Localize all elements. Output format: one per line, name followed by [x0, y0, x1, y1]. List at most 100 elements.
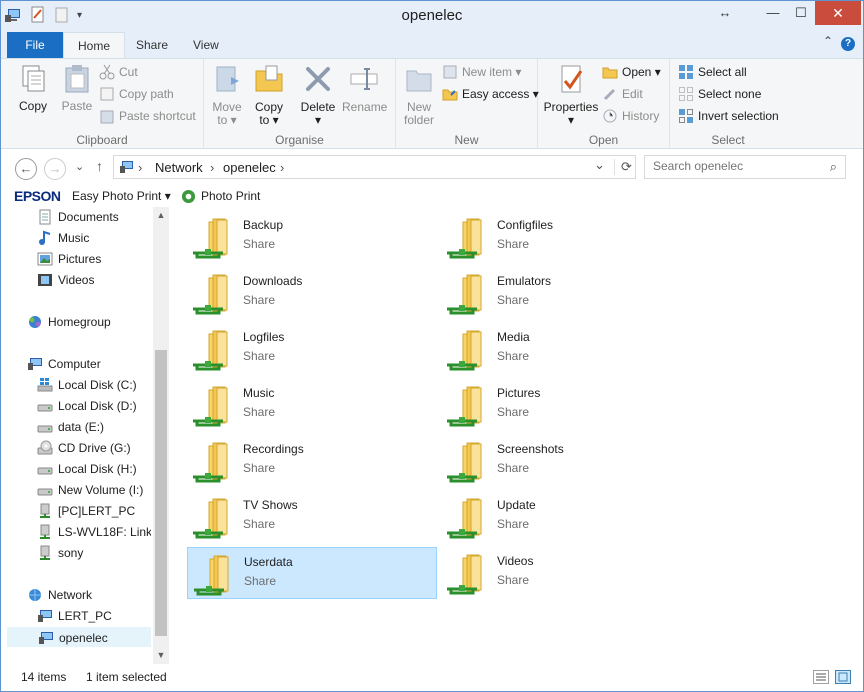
folder-item[interactable]: Music Share: [187, 379, 437, 431]
folder-item[interactable]: Downloads Share: [187, 267, 437, 319]
select-none-label: Select none: [698, 87, 762, 101]
shared-folder-icon: [447, 442, 482, 483]
ribbon: Copy Paste Cut Copy path Paste shortcut …: [1, 58, 863, 149]
crumb-separator[interactable]: ›: [138, 160, 142, 175]
select-all-button[interactable]: Select all: [678, 62, 747, 82]
invert-selection-button[interactable]: Invert selection: [678, 106, 779, 126]
item-count: 14 items: [21, 670, 67, 684]
nav-item-pc-lert-pc[interactable]: [PC]LERT_PC: [37, 501, 151, 521]
recent-locations-button[interactable]: ⌄: [75, 160, 84, 173]
paste-button[interactable]: Paste: [57, 63, 97, 113]
copy-button[interactable]: Copy: [13, 63, 53, 113]
cut-button[interactable]: Cut: [99, 62, 138, 82]
nav-item-cd-drive-g[interactable]: CD Drive (G:): [37, 438, 151, 458]
nav-item-new-volume-i[interactable]: New Volume (I:): [37, 480, 151, 500]
copy-to-button[interactable]: Copy to ▾: [252, 63, 286, 127]
tab-share[interactable]: Share: [122, 32, 182, 58]
tab-file[interactable]: File: [7, 32, 63, 58]
folder-item[interactable]: Userdata Share: [187, 547, 437, 599]
copy-path-button[interactable]: Copy path: [99, 84, 174, 104]
nav-item-videos[interactable]: Videos: [37, 270, 151, 290]
shared-folder-icon: [447, 554, 482, 595]
restore-icon[interactable]: ↔: [711, 1, 739, 25]
new-item-button[interactable]: New item ▾: [442, 62, 521, 82]
new-folder-label-2: folder: [403, 113, 435, 127]
nav-scrollbar[interactable]: ▲ ▼: [153, 207, 169, 664]
large-icons-view-icon[interactable]: [835, 670, 851, 684]
search-icon[interactable]: ⌕: [830, 159, 837, 175]
nav-item-lert-pc[interactable]: LERT_PC: [37, 606, 151, 626]
nav-item-local-disk-d[interactable]: Local Disk (D:): [37, 396, 151, 416]
nav-item-computer[interactable]: Computer: [27, 354, 151, 374]
forward-button[interactable]: →: [44, 158, 66, 180]
history-label: History: [622, 109, 660, 123]
open-button[interactable]: Open ▾: [602, 62, 661, 82]
delete-button[interactable]: Delete ▾: [299, 63, 337, 127]
paste-icon: [65, 65, 89, 93]
invert-selection-icon: [679, 109, 693, 123]
folder-item[interactable]: Logfiles Share: [187, 323, 437, 375]
address-dropdown-icon[interactable]: ⌄: [594, 157, 605, 173]
clipboard-group-label: Clipboard: [76, 133, 128, 147]
nav-item-pictures[interactable]: Pictures: [37, 249, 151, 269]
tab-home[interactable]: Home: [63, 32, 126, 58]
details-view-icon[interactable]: [813, 670, 829, 684]
move-to-button[interactable]: Move to ▾: [210, 63, 244, 127]
new-item-label: New item ▾: [462, 65, 522, 79]
scroll-up-button[interactable]: ▲: [153, 207, 169, 224]
collapse-ribbon-icon[interactable]: ⌃: [823, 34, 833, 48]
easy-photo-print-button[interactable]: Easy Photo Print ▾: [72, 189, 171, 203]
folder-item[interactable]: Recordings Share: [187, 435, 437, 487]
up-button[interactable]: ↑: [96, 158, 103, 174]
nav-item-local-disk-c[interactable]: Local Disk (C:): [37, 375, 151, 395]
address-bar[interactable]: › Network › openelec › ⌄ ⟳: [113, 155, 636, 179]
photo-print-button[interactable]: Photo Print: [201, 189, 260, 203]
nav-item-homegroup[interactable]: Homegroup: [27, 312, 151, 332]
crumb-network[interactable]: Network: [155, 160, 203, 175]
nav-item-network[interactable]: Network: [27, 585, 151, 605]
crumb-openelec[interactable]: openelec: [223, 160, 276, 175]
folder-item[interactable]: Backup Share: [187, 211, 437, 263]
folder-item[interactable]: Update Share: [441, 491, 691, 543]
folder-item[interactable]: Configfiles Share: [441, 211, 691, 263]
folder-item[interactable]: Media Share: [441, 323, 691, 375]
nav-item-documents[interactable]: Documents: [37, 207, 151, 227]
paste-shortcut-button[interactable]: Paste shortcut: [99, 106, 196, 126]
scroll-down-button[interactable]: ▼: [153, 647, 169, 664]
folder-name: Music: [243, 386, 275, 400]
tab-view[interactable]: View: [179, 32, 233, 58]
crumb-separator[interactable]: ›: [280, 160, 284, 175]
documents-icon: [39, 209, 51, 225]
history-button[interactable]: History: [602, 106, 659, 126]
back-button[interactable]: ←: [15, 158, 37, 180]
nav-item-openelec[interactable]: openelec: [7, 627, 151, 647]
properties-button[interactable]: Properties ▾: [543, 63, 599, 127]
rename-button[interactable]: Rename: [342, 63, 387, 114]
easy-access-button[interactable]: Easy access ▾: [442, 84, 539, 104]
edit-button[interactable]: Edit: [602, 84, 643, 104]
refresh-icon[interactable]: ⟳: [614, 159, 632, 175]
search-input[interactable]: [653, 159, 818, 173]
nav-item-ls-wvl18f[interactable]: LS-WVL18F: LinkSt: [37, 522, 151, 542]
folder-item[interactable]: Videos Share: [441, 547, 691, 599]
folder-item[interactable]: Pictures Share: [441, 379, 691, 431]
search-box[interactable]: ⌕: [644, 155, 846, 179]
folder-item[interactable]: TV Shows Share: [187, 491, 437, 543]
close-button[interactable]: ✕: [815, 1, 861, 25]
folder-item[interactable]: Emulators Share: [441, 267, 691, 319]
nav-item-sony[interactable]: sony: [37, 543, 151, 563]
maximize-button[interactable]: ☐: [787, 1, 815, 25]
crumb-separator[interactable]: ›: [210, 160, 214, 175]
new-folder-button[interactable]: New folder: [400, 63, 438, 127]
help-icon[interactable]: ?: [841, 37, 855, 51]
nav-item-music[interactable]: Music: [37, 228, 151, 248]
select-none-button[interactable]: Select none: [678, 84, 761, 104]
folder-item[interactable]: Screenshots Share: [441, 435, 691, 487]
scroll-thumb[interactable]: [155, 350, 167, 636]
nav-item-local-disk-h[interactable]: Local Disk (H:): [37, 459, 151, 479]
cut-icon: [99, 64, 115, 80]
minimize-button[interactable]: —: [759, 1, 787, 25]
epson-toolbar: EPSON Easy Photo Print ▾ Photo Print: [1, 185, 863, 207]
folder-name: Userdata: [244, 555, 293, 569]
nav-item-data-e[interactable]: data (E:): [37, 417, 151, 437]
